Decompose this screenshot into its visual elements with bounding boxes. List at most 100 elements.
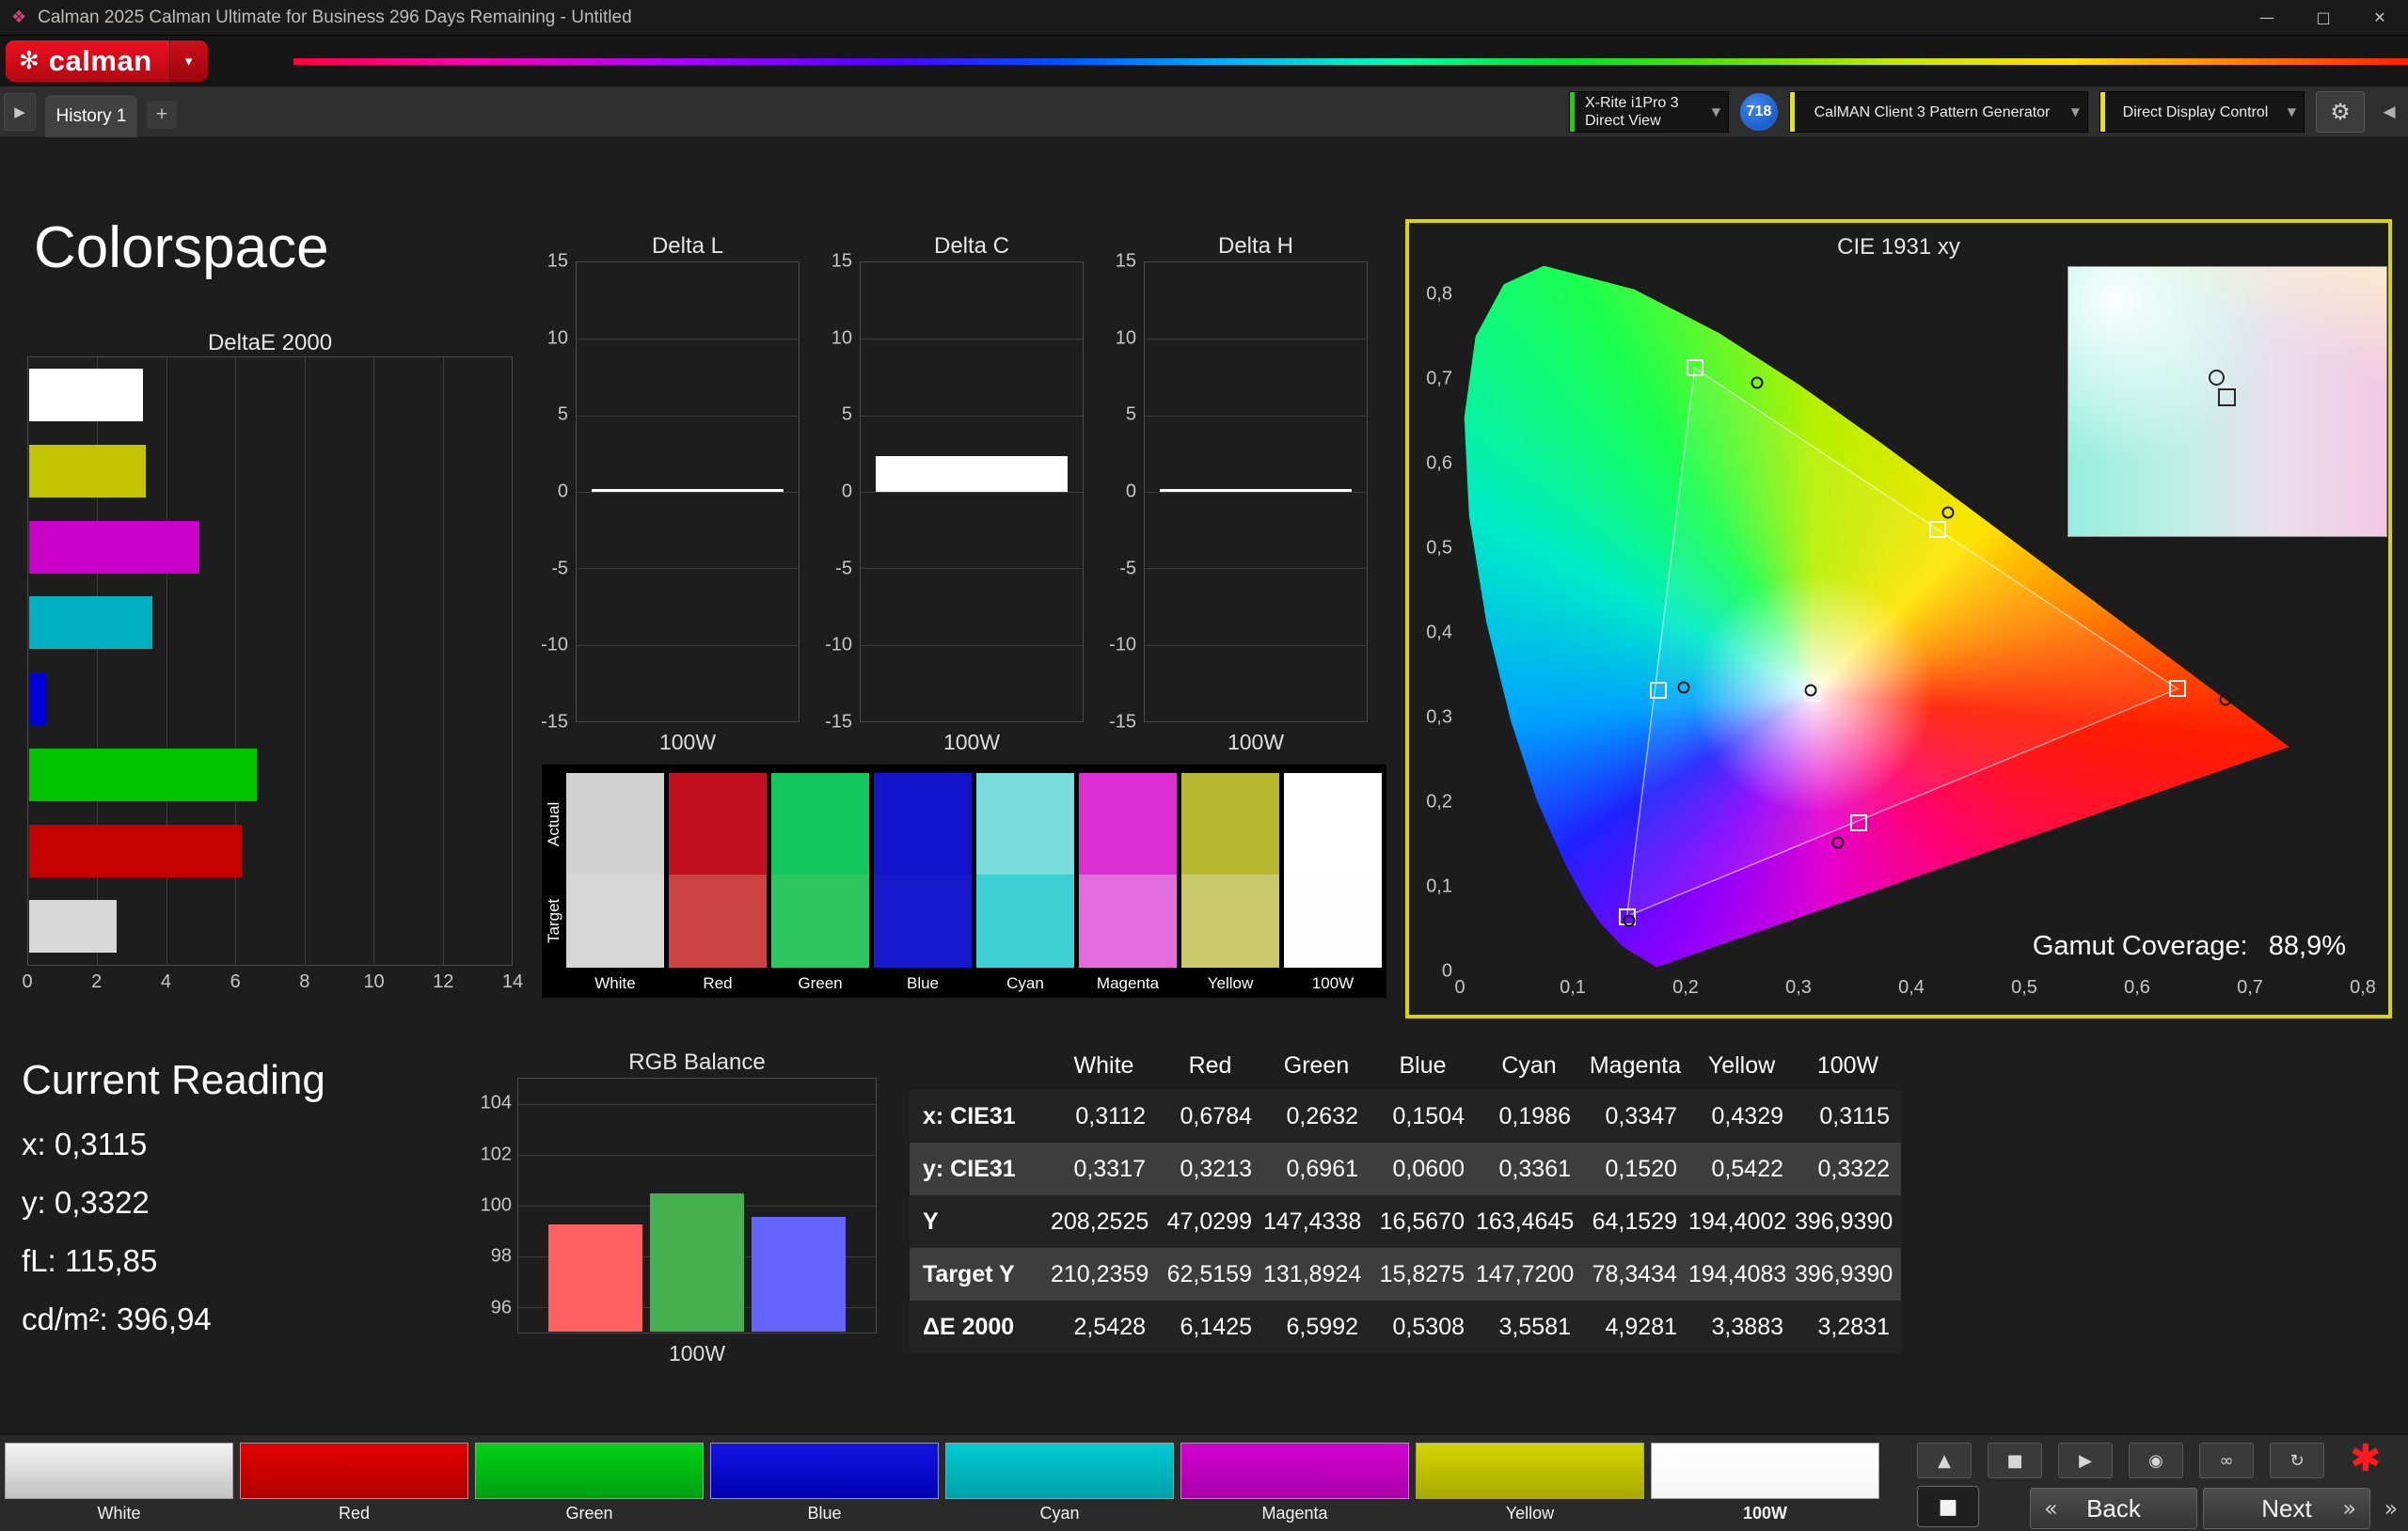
table-value: 0,4329 [1711, 1102, 1783, 1129]
deltae-bar-green [29, 748, 258, 801]
camera-icon[interactable]: ◉ [2129, 1443, 2183, 1478]
pattern-button-100w[interactable]: 100W [1651, 1443, 1879, 1523]
next-button[interactable]: Next » [2203, 1488, 2370, 1529]
meter-status-stripe [1570, 92, 1575, 132]
calman-logo-menu[interactable]: ✻ calman ▾ [6, 40, 208, 82]
meter-dropdown[interactable]: X-Rite i1Pro 3 Direct View ▼ [1569, 91, 1729, 133]
pattern-buttons: White Red Green Blue Cyan Magenta Yellow 100W [5, 1443, 1879, 1523]
meter-name: X-Rite i1Pro 3 [1585, 95, 1679, 111]
delta-c-plot [860, 261, 1084, 722]
display-control-dropdown[interactable]: Direct Display Control ▼ [2099, 91, 2305, 133]
meter-mode: Direct View [1585, 113, 1661, 129]
swatch-column-magenta: Magenta [1079, 773, 1177, 998]
gamut-coverage-label: Gamut Coverage: [2032, 931, 2248, 961]
rgb-bar-green [650, 1193, 744, 1332]
table-value: 15,8275 [1379, 1260, 1465, 1287]
pattern-generator-label: CalMAN Client 3 Pattern Generator [1814, 103, 2051, 120]
pattern-button-red[interactable]: Red [240, 1443, 468, 1523]
delta-c-y-tick-label: -10 [825, 634, 852, 655]
actual-swatch-magenta [1079, 773, 1177, 875]
calman-logo-text: calman [48, 44, 152, 77]
stop-measure-button[interactable]: ■ [1917, 1486, 1979, 1527]
pattern-button-magenta[interactable]: Magenta [1180, 1443, 1409, 1523]
delta-h-y-tick-label: 0 [1125, 481, 1136, 502]
table-value: 6,1425 [1180, 1313, 1252, 1340]
pattern-button-cyan[interactable]: Cyan [945, 1443, 1174, 1523]
pattern-label: Cyan [1039, 1504, 1080, 1523]
cie-panel: CIE 1931 xy Gamut Coverage: 88,9% 0,8 0,7… [1405, 219, 2392, 1018]
close-button[interactable]: ✕ [2352, 0, 2408, 35]
cie-y-tick-label: 0 [1441, 960, 1452, 982]
table-value: 163,4645 [1476, 1207, 1575, 1235]
cie-y-tick-label: 0,6 [1426, 452, 1452, 474]
pattern-label: White [97, 1504, 141, 1523]
add-tab-button[interactable]: + [147, 101, 177, 129]
logo-dropdown-arrow-icon[interactable]: ▾ [168, 40, 208, 82]
eject-icon[interactable]: ▲ [1917, 1443, 1972, 1478]
pattern-generator-dropdown[interactable]: CalMAN Client 3 Pattern Generator ▼ [1789, 91, 2088, 133]
swatch-columns: White Red Green Blue Cyan Magenta Yellow 100W [566, 765, 1386, 998]
refresh-icon[interactable]: ↻ [2270, 1443, 2324, 1478]
table-col-header-magenta: Magenta [1589, 1051, 1682, 1079]
minimize-button[interactable]: — [2239, 0, 2295, 35]
tab-bar: ▶ History 1 + X-Rite i1Pro 3 Direct View… [0, 87, 2408, 137]
swatch-column-yellow: Yellow [1181, 773, 1279, 998]
deltae-bar-yellow [29, 444, 147, 497]
deltae-2000-chart: DeltaE 2000 0 2 4 6 8 10 12 14 [22, 330, 523, 996]
delta-l-y-tick-label: 15 [547, 250, 568, 272]
pattern-button-yellow[interactable]: Yellow [1416, 1443, 1644, 1523]
advance-chevron-button[interactable]: » [2378, 1488, 2404, 1529]
swatch-column-red: Red [669, 773, 767, 998]
rgb-gridline [518, 1104, 876, 1105]
delta-c-y-tick-label: 0 [841, 481, 852, 502]
pattern-button-green[interactable]: Green [475, 1443, 704, 1523]
table-value: 64,1529 [1592, 1207, 1677, 1235]
stop-icon[interactable]: ■ [1988, 1443, 2042, 1478]
panel-expander-button[interactable]: ▶ [4, 93, 36, 131]
loop-icon[interactable]: ∞ [2199, 1443, 2254, 1478]
pattern-button-blue[interactable]: Blue [710, 1443, 939, 1523]
back-button[interactable]: « Back [2030, 1488, 2197, 1529]
cie-x-tick-label: 0,6 [2124, 977, 2150, 998]
deltae-gridline [304, 357, 306, 965]
deltae-gridline [373, 357, 375, 965]
deltae-chart-title: DeltaE 2000 [207, 330, 333, 355]
play-icon[interactable]: ▶ [2058, 1443, 2113, 1478]
delta-h-gridline [1145, 415, 1367, 417]
next-button-label: Next [2261, 1493, 2312, 1523]
rgb-y-tick-label: 96 [490, 1297, 512, 1318]
delta-l-y-tick-label: -5 [551, 558, 568, 579]
target-swatch-magenta [1079, 875, 1177, 968]
table-value: 0,1520 [1605, 1155, 1677, 1182]
actual-swatch-white [566, 773, 664, 875]
table-value: 2,5428 [1073, 1313, 1146, 1340]
swatch-label: 100W [1311, 974, 1354, 992]
target-swatch-cyan [976, 875, 1074, 968]
gear-icon[interactable]: ⚙ [2316, 91, 2365, 133]
cie-measured-marker-cyan [1677, 681, 1690, 693]
recording-asterisk-icon: ✱ [2350, 1437, 2382, 1480]
window-controls: — □ ✕ [2239, 0, 2408, 35]
table-col-header-yellow: Yellow [1707, 1051, 1776, 1079]
cie-y-tick-label: 0,3 [1426, 706, 1452, 728]
meter-count-badge: 718 [1740, 93, 1778, 131]
table-value: 0,3112 [1075, 1102, 1146, 1129]
table-header-row: White Red Green Blue Cyan Magenta Yellow 100W [910, 1041, 1901, 1090]
delta-h-y-tick-label: -10 [1109, 634, 1136, 655]
actual-swatch-cyan [976, 773, 1074, 875]
delta-l-plot [576, 261, 800, 722]
table-value: 16,5670 [1379, 1207, 1465, 1235]
swatch-label: Red [703, 974, 733, 992]
maximize-button[interactable]: □ [2295, 0, 2352, 35]
cie-xticks: 0 0,1 0,2 0,3 0,4 0,5 0,6 0,7 0,8 [1454, 977, 2375, 1002]
cie-target-marker-green [1686, 359, 1703, 377]
row-label: Y [923, 1207, 939, 1235]
delta-c-chart: Delta C 15 10 5 0 -5 -10 -15 100W [825, 233, 1084, 755]
reading-x: x: 0,3115 [22, 1127, 148, 1161]
rgb-y-tick-label: 100 [480, 1194, 512, 1216]
pattern-button-white[interactable]: White [5, 1443, 233, 1523]
collapse-panel-button[interactable]: ◀ [2376, 91, 2402, 133]
cie-x-tick-label: 0,1 [1560, 977, 1586, 998]
tab-history-1[interactable]: History 1 [45, 95, 137, 137]
deltae-bar-blue [29, 672, 48, 725]
